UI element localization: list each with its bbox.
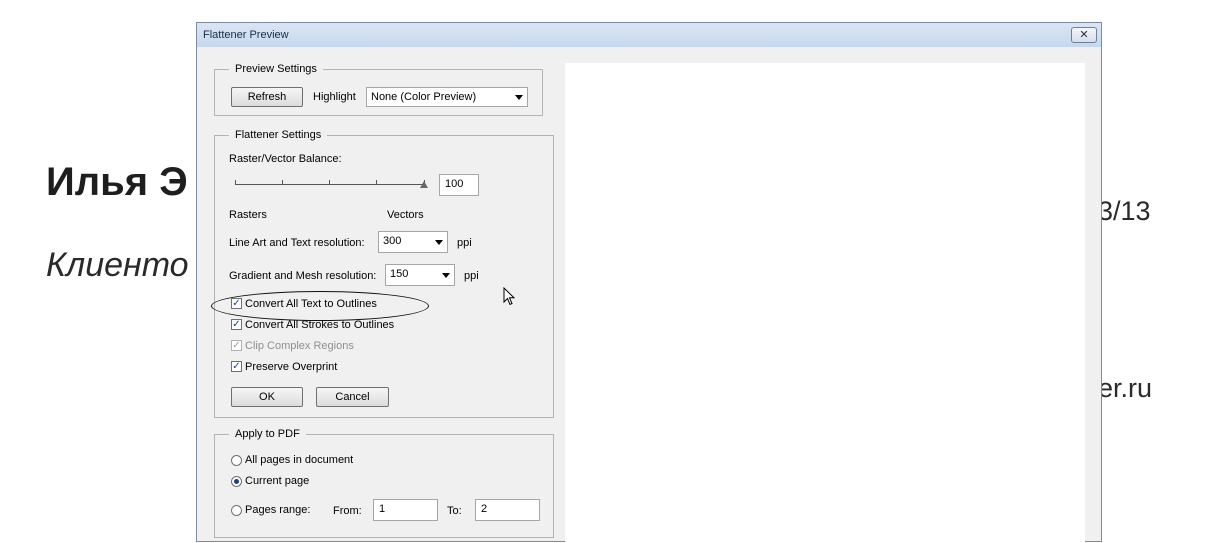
chevron-down-icon <box>435 240 443 245</box>
preview-settings-legend: Preview Settings <box>235 63 317 75</box>
convert-strokes-checkbox[interactable]: ✓ <box>231 319 242 330</box>
chevron-down-icon <box>515 95 523 100</box>
ppi-label: ppi <box>464 270 479 282</box>
slide-site: er.ru <box>1098 373 1153 403</box>
flattener-preview-dialog: Flattener Preview ✕ Preview Settings Ref… <box>196 22 1102 543</box>
gradient-resolution-label: Gradient and Mesh resolution: <box>229 270 377 282</box>
apply-to-pdf-legend: Apply to PDF <box>235 428 300 440</box>
gradient-resolution-select[interactable]: 150 <box>385 264 455 286</box>
close-icon: ✕ <box>1079 29 1089 41</box>
pages-range-label: Pages range: <box>245 504 311 516</box>
slider-track <box>235 184 425 185</box>
slider-tick <box>235 180 236 185</box>
highlight-select[interactable]: None (Color Preview) <box>366 87 528 107</box>
preview-pane <box>565 63 1085 543</box>
chevron-down-icon <box>442 273 450 278</box>
slider-tick <box>376 180 377 185</box>
preserve-overprint-checkbox[interactable]: ✓ <box>231 361 242 372</box>
clip-complex-checkbox: ✓ <box>231 340 242 351</box>
from-label: From: <box>333 505 362 517</box>
slide-page-number: 3/13 <box>1098 196 1151 226</box>
from-input[interactable]: 1 <box>373 499 438 521</box>
line-art-resolution-select[interactable]: 300 <box>378 231 448 253</box>
all-pages-radio[interactable] <box>231 455 242 466</box>
vectors-label: Vectors <box>387 209 424 221</box>
clip-complex-label: Clip Complex Regions <box>245 340 354 352</box>
pages-range-radio[interactable] <box>231 505 242 516</box>
gradient-resolution-value: 150 <box>390 268 409 280</box>
to-label: To: <box>447 505 462 517</box>
all-pages-label: All pages in document <box>245 454 354 466</box>
line-art-resolution-label: Line Art and Text resolution: <box>229 237 365 249</box>
slider-tick <box>282 180 283 185</box>
slider-tick <box>329 180 330 185</box>
slide-subtitle: Клиенто <box>46 246 189 284</box>
dialog-title: Flattener Preview <box>203 29 289 41</box>
flattener-settings-legend: Flattener Settings <box>235 129 322 141</box>
highlight-label: Highlight <box>313 91 356 103</box>
cancel-button[interactable]: Cancel <box>316 387 389 407</box>
current-page-label: Current page <box>245 475 310 487</box>
mouse-cursor-icon <box>503 287 516 306</box>
dialog-titlebar[interactable]: Flattener Preview ✕ <box>197 23 1101 47</box>
highlight-ellipse-annotation <box>211 291 429 321</box>
refresh-button[interactable]: Refresh <box>231 87 303 107</box>
ok-button[interactable]: OK <box>231 387 303 407</box>
rasters-label: Rasters <box>229 209 267 221</box>
preserve-overprint-label: Preserve Overprint <box>245 361 338 373</box>
highlight-select-value: None (Color Preview) <box>371 91 477 103</box>
close-button[interactable]: ✕ <box>1071 27 1097 43</box>
to-input[interactable]: 2 <box>475 499 540 521</box>
current-page-radio[interactable] <box>231 476 242 487</box>
line-art-resolution-value: 300 <box>383 235 402 247</box>
ppi-label: ppi <box>457 237 472 249</box>
balance-input[interactable]: 100 <box>439 174 479 196</box>
balance-label: Raster/Vector Balance: <box>229 153 342 165</box>
slide-title: Илья Э <box>46 160 188 204</box>
slider-thumb[interactable] <box>420 181 428 188</box>
